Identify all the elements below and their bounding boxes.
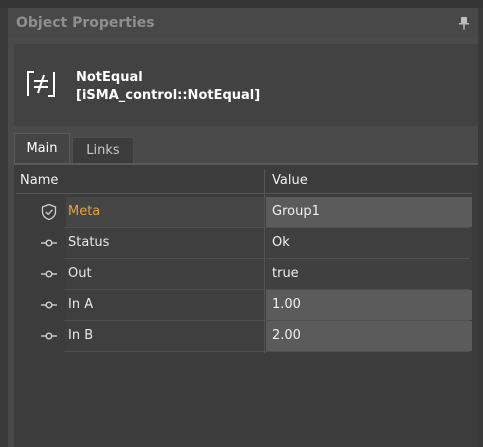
property-value[interactable]: Group1 [266,197,472,227]
property-value[interactable]: 2.00 [266,321,472,351]
not-equal-icon [27,71,55,97]
property-value: Ok [266,228,472,258]
grid-header: Name Value [16,169,472,194]
column-header-name[interactable]: Name [20,169,58,193]
property-row-out[interactable]: Out true [16,259,472,289]
property-row-in-b[interactable]: In B 2.00 [16,321,472,351]
panel-header: Object Properties [8,8,478,38]
property-row-status[interactable]: Status Ok [16,228,472,258]
object-properties-window: Object Properties NotEqual [iSMA_control… [0,0,483,447]
slot-link-icon [41,301,57,309]
row-name-cell [66,321,264,351]
property-name: In B [68,328,94,343]
property-value[interactable]: 1.00 [266,290,472,320]
property-name: Meta [68,204,101,219]
object-properties-panel: Object Properties NotEqual [iSMA_control… [8,8,478,447]
row-divider [64,351,470,352]
property-name: Status [68,235,110,250]
panel-title: Object Properties [16,15,155,31]
object-name: NotEqual [76,70,143,85]
row-name-cell [66,259,264,289]
row-name-cell [66,290,264,320]
object-type: [iSMA_control::NotEqual] [76,88,261,103]
object-header: NotEqual [iSMA_control::NotEqual] [14,44,478,126]
shield-check-icon [41,203,57,221]
tab-bar: Main Links [14,133,478,163]
slot-link-icon [41,332,57,340]
property-row-in-a[interactable]: In A 1.00 [16,290,472,320]
column-header-value[interactable]: Value [272,169,308,193]
slot-link-icon [41,270,57,278]
slot-link-icon [41,239,57,247]
property-name: Out [68,266,92,281]
property-value: true [266,259,472,289]
property-row-meta[interactable]: Meta Group1 [16,197,472,227]
window-top-border [0,0,483,8]
property-name: In A [68,297,94,312]
properties-grid: Name Value Meta Group1 Status Ok Out tru… [14,163,478,447]
pin-icon[interactable] [458,16,470,30]
tab-links[interactable]: Links [72,137,134,163]
tab-main[interactable]: Main [14,133,70,163]
